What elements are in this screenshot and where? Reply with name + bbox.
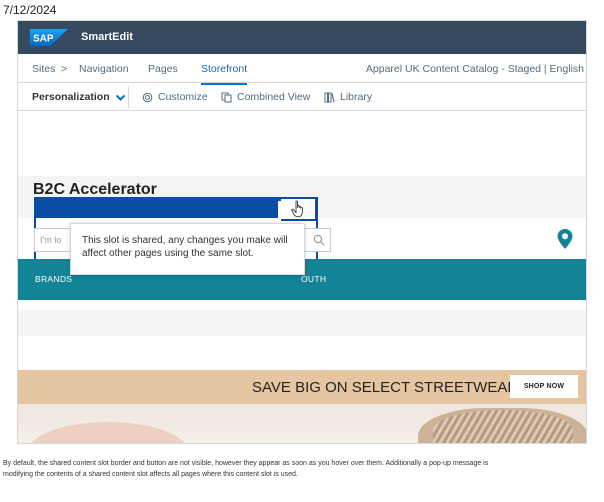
search-icon[interactable] xyxy=(313,234,325,246)
nav-navigation[interactable]: Navigation xyxy=(79,63,129,75)
customize-button[interactable]: Customize xyxy=(142,91,208,103)
nav-sites[interactable]: Sites xyxy=(32,63,55,75)
library-button[interactable]: Library xyxy=(324,91,372,103)
shop-now-button[interactable]: SHOP NOW xyxy=(510,375,578,398)
app-name: SmartEdit xyxy=(81,31,133,43)
svg-text:SAP: SAP xyxy=(33,34,54,45)
hand-pointer-icon xyxy=(291,200,303,218)
date-label: 7/12/2024 xyxy=(3,3,57,17)
sap-logo[interactable]: SAP xyxy=(30,29,68,46)
shared-slot-button[interactable] xyxy=(278,197,317,221)
catalog-selector[interactable]: Apparel UK Content Catalog - Staged | En… xyxy=(366,63,584,75)
customize-icon xyxy=(142,92,153,102)
library-label: Library xyxy=(340,91,373,103)
nav-pages[interactable]: Pages xyxy=(148,63,178,75)
shared-slot-popover: This slot is shared, any changes you mak… xyxy=(70,223,305,275)
promo-banner: SAVE BIG ON SELECT STREETWEAR SHOP NOW xyxy=(18,370,586,404)
combined-view-label: Combined View xyxy=(237,91,311,103)
caption: By default, the shared content slot bord… xyxy=(3,458,604,480)
perspective-toolbar: Personalization Customize Combined View … xyxy=(18,83,586,111)
hero-image-texture xyxy=(433,410,573,443)
promo-text: SAVE BIG ON SELECT STREETWEAR xyxy=(252,379,519,396)
personalization-menu[interactable]: Personalization xyxy=(32,91,126,103)
search-placeholder: I'm lo xyxy=(40,235,62,245)
content-band xyxy=(18,310,586,336)
combined-view-icon xyxy=(221,92,232,102)
navigation-bar: Sites > Navigation Pages Storefront Appa… xyxy=(18,54,586,85)
hero-image xyxy=(18,404,586,443)
library-icon xyxy=(324,92,335,102)
nav-category-brands[interactable]: BRANDS xyxy=(35,274,72,284)
customize-label: Customize xyxy=(158,91,208,103)
shell-bar: SAP SmartEdit xyxy=(18,21,586,54)
toolbar-divider xyxy=(128,86,129,108)
nav-category-youth[interactable]: OUTH xyxy=(301,274,326,284)
hero-image-shape xyxy=(28,422,188,443)
storefront-preview: B2C Accelerator I'm lo BRANDS OUTH This … xyxy=(18,111,586,443)
breadcrumb-separator: > xyxy=(61,63,68,75)
caption-line-2: modifying the contents of a shared conte… xyxy=(3,471,298,478)
nav-storefront[interactable]: Storefront xyxy=(201,63,248,85)
personalization-label: Personalization xyxy=(32,91,110,103)
shared-slot-bar[interactable] xyxy=(34,197,318,218)
location-pin-icon[interactable] xyxy=(556,228,574,250)
combined-view-button[interactable]: Combined View xyxy=(221,91,310,103)
chevron-down-icon xyxy=(115,94,125,101)
smartedit-window: SAP SmartEdit Sites > Navigation Pages S… xyxy=(17,20,587,444)
caption-line-1: By default, the shared content slot bord… xyxy=(3,460,489,467)
